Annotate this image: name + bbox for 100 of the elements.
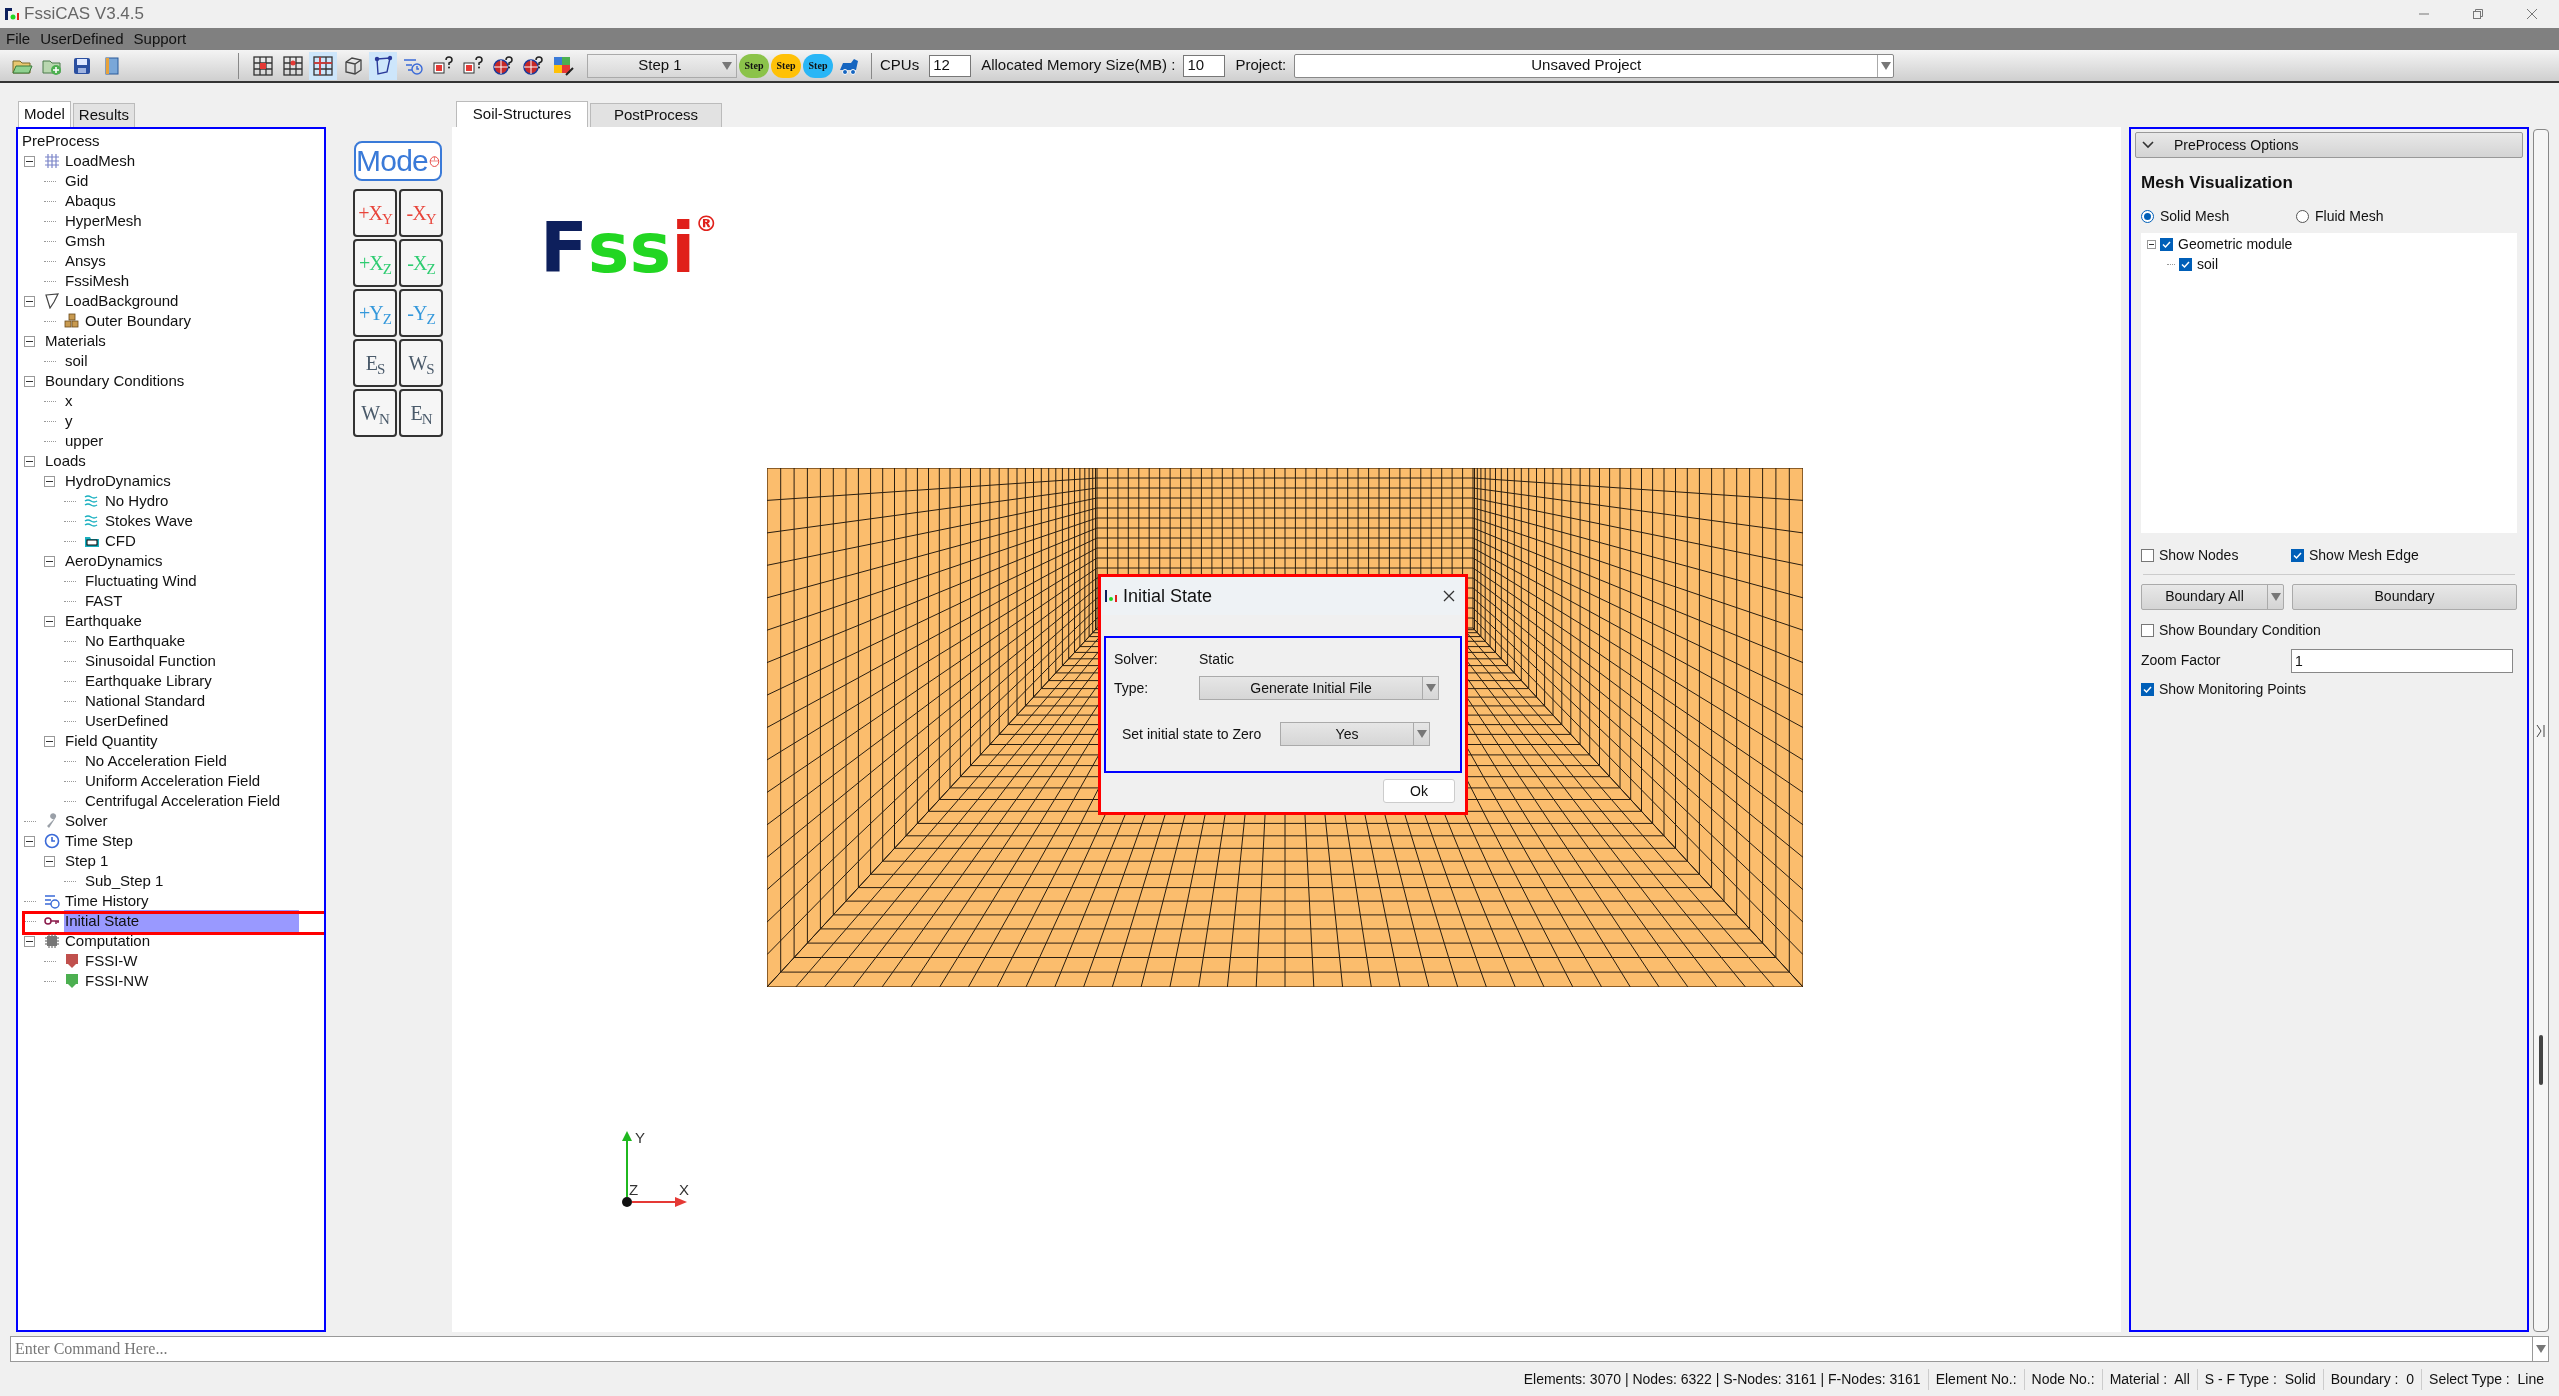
close-icon	[1443, 590, 1455, 602]
status-item: Node No.:	[2023, 1368, 2102, 1390]
radio-button[interactable]	[2296, 209, 2309, 223]
polygon-icon[interactable]	[369, 51, 397, 80]
grid-icon[interactable]	[309, 51, 337, 80]
status-item: S - F Type : Solid	[2196, 1368, 2323, 1390]
view-direction-button[interactable]: -X$_{Y}$	[399, 189, 443, 237]
dropdown-caret-icon	[1416, 730, 1427, 738]
restore-icon	[2472, 8, 2484, 20]
view-direction-button[interactable]: W$_{N}$	[353, 389, 397, 437]
zero-dropdown[interactable]: Yes	[1280, 722, 1430, 746]
origin-dot	[622, 1197, 632, 1207]
collapse-toggle[interactable]	[24, 155, 35, 167]
x-axis-arrow	[631, 1197, 687, 1207]
solver-value: Static	[1199, 649, 1234, 669]
solver-label: Solver:	[1114, 649, 1159, 669]
close-icon	[2526, 8, 2538, 20]
dropdown-caret-icon	[722, 61, 732, 70]
view-tab[interactable]: PostProcess	[590, 103, 722, 127]
side-scrollbar[interactable]	[2533, 129, 2549, 1332]
collapse-toggle[interactable]	[44, 855, 55, 867]
checkbox-label: Geometric module	[2178, 235, 2293, 254]
panel-tab[interactable]: Results	[72, 103, 135, 127]
mode-button[interactable]: Mode	[354, 141, 442, 181]
menu-item[interactable]: Support	[133, 27, 187, 51]
command-field[interactable]: Enter Command Here...	[10, 1336, 2533, 1362]
view-direction-button[interactable]: +X$_{Y}$	[353, 189, 397, 237]
cpus-field[interactable]: 12	[929, 54, 972, 77]
checkbox-label: Show Nodes	[2159, 545, 2239, 565]
checkbox[interactable]	[2141, 548, 2154, 562]
checkbox[interactable]	[2141, 682, 2154, 696]
collapse-toggle[interactable]	[24, 375, 35, 387]
window-title: FssiCAS V3.4.5	[24, 3, 144, 26]
collapse-toggle[interactable]	[44, 555, 55, 567]
axis-label: Y	[635, 1129, 645, 1146]
zoom-factor-label: Zoom Factor	[2141, 651, 2222, 670]
collapse-toggle[interactable]	[24, 835, 35, 847]
type-label: Type:	[1114, 678, 1150, 698]
polygon-icon	[44, 293, 60, 309]
boxes-icon	[64, 313, 80, 329]
collapse-toggle[interactable]	[24, 335, 35, 347]
view-direction-button[interactable]: E$_{N}$	[399, 389, 443, 437]
collapse-toggle[interactable]	[24, 935, 35, 947]
boundary-all-dropdown[interactable]: Boundary All	[2141, 583, 2284, 610]
status-item: Elements: 3070 | Nodes: 6322 | S-Nodes: 3161 | F-Nodes: 3161	[1522, 1369, 1922, 1389]
radio-label: Solid Mesh	[2160, 206, 2230, 226]
panel-tab[interactable]: Model	[18, 101, 71, 127]
step-dropdown[interactable]: Step 1	[587, 53, 737, 78]
step-icon[interactable]: Step	[771, 53, 801, 78]
step-icon[interactable]: Step	[803, 53, 833, 78]
dialog-title: Initial State	[1123, 584, 1213, 608]
checkbox-label: soil	[2197, 255, 2218, 274]
memory-label: Allocated Memory Size(MB) :	[981, 55, 1176, 76]
menu-item[interactable]: File	[6, 27, 31, 51]
view-direction-button[interactable]: E$_{S}$	[353, 339, 397, 387]
project-label: Project:	[1235, 55, 1287, 76]
cpus-label: CPUs	[880, 55, 920, 76]
type-dropdown[interactable]: Generate Initial File	[1199, 676, 1439, 700]
chip-icon	[44, 933, 60, 949]
collapse-toggle[interactable]	[44, 615, 55, 627]
wave-icon	[84, 493, 100, 509]
collapse-toggle[interactable]	[24, 455, 35, 467]
fssi-logo: Fssi®	[540, 213, 718, 283]
menu-item[interactable]: UserDefined	[40, 27, 124, 51]
clock-icon	[44, 833, 60, 849]
app-logo-icon	[4, 6, 20, 22]
collapse-panel-icon	[2536, 723, 2546, 738]
checkbox-label: Show Mesh Edge	[2309, 545, 2419, 565]
ok-button[interactable]: Ok	[1383, 779, 1455, 803]
collapse-toggle[interactable]	[2147, 240, 2156, 249]
command-history-button[interactable]	[2533, 1336, 2549, 1362]
checkbox-label: Show Monitoring Points	[2159, 679, 2307, 699]
dropdown-caret-icon	[2270, 592, 2281, 601]
status-item: Select Type : Line	[2421, 1368, 2551, 1390]
collapse-toggle[interactable]	[24, 295, 35, 307]
checkbox[interactable]	[2179, 258, 2192, 271]
view-direction-button[interactable]: W$_{S}$	[399, 339, 443, 387]
dropdown-caret-icon	[1880, 61, 1891, 70]
axis-label: Z	[629, 1181, 639, 1198]
step-icon[interactable]: Step	[739, 53, 769, 78]
zoom-factor-field[interactable]: 1	[2291, 648, 2513, 673]
checkbox[interactable]	[2141, 623, 2154, 637]
axis-label: X	[679, 1181, 689, 1198]
checkbox-label: Show Boundary Condition	[2159, 620, 2321, 640]
view-tab[interactable]: Soil-Structures	[456, 101, 588, 127]
options-header[interactable]: PreProcess Options	[2135, 132, 2523, 158]
memory-field[interactable]: 10	[1183, 54, 1226, 77]
list-clock-icon	[44, 893, 60, 909]
collapse-toggle[interactable]	[44, 735, 55, 747]
boundary-button[interactable]: Boundary	[2292, 583, 2517, 610]
status-item: Material : All	[2101, 1368, 2197, 1390]
checkbox[interactable]	[2291, 548, 2304, 562]
checkbox[interactable]	[2160, 238, 2173, 251]
radio-button[interactable]	[2141, 209, 2154, 223]
section-title: Mesh Visualization	[2141, 172, 2294, 194]
project-dropdown[interactable]: Unsaved Project	[1294, 53, 1895, 78]
collapse-toggle[interactable]	[44, 475, 55, 487]
chevron-icon	[2142, 141, 2154, 149]
grid-icon	[44, 153, 60, 169]
wave-icon	[84, 513, 100, 529]
